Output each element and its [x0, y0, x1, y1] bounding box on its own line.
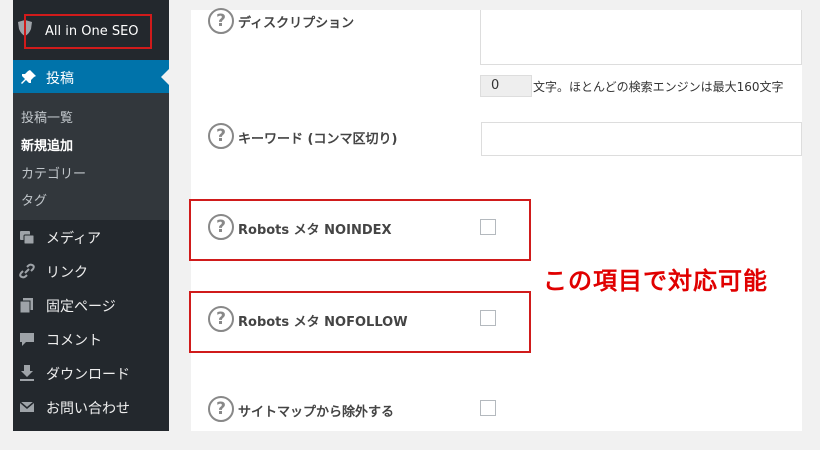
pin-icon [21, 70, 36, 84]
counter-hint: 文字。ほとんどの検索エンジンは最大160文字 [533, 80, 784, 94]
comment-icon [20, 333, 34, 346]
noindex-label: Robots メタ NOINDEX [238, 223, 392, 238]
sidebar-item-contact[interactable]: お問い合わせ [13, 390, 169, 424]
sitemap-exclude-checkbox[interactable] [480, 400, 496, 416]
current-arrow [161, 69, 169, 85]
description-label: ディスクリプション [238, 16, 355, 31]
sidebar-item-label: お問い合わせ [46, 401, 130, 417]
sidebar-item-label: ダウンロード [46, 367, 130, 383]
sidebar-item-links[interactable]: リンク [13, 254, 169, 288]
sidebar-item-media[interactable]: メディア [13, 220, 169, 254]
submenu-all-posts[interactable]: 投稿一覧 [21, 107, 73, 126]
noindex-checkbox[interactable] [480, 219, 496, 235]
highlight-box-plugin [24, 14, 152, 49]
sidebar-item-pages[interactable]: 固定ページ [13, 288, 169, 322]
keywords-label: キーワード (コンマ区切り) [238, 132, 398, 147]
sidebar-item-comments[interactable]: コメント [13, 322, 169, 356]
submenu-tags[interactable]: タグ [21, 190, 47, 209]
mail-icon [19, 401, 35, 412]
sidebar-item-label: リンク [46, 265, 88, 281]
sidebar-item-label: 固定ページ [46, 299, 116, 315]
sidebar-item-label: コメント [46, 333, 102, 349]
seo-settings-panel: ? ディスクリプション 0 文字。ほとんどの検索エンジンは最大160文字 ? キ… [189, 8, 802, 431]
help-icon[interactable]: ? [208, 396, 234, 422]
sitemap-exclude-label: サイトマップから除外する [238, 405, 395, 420]
nofollow-checkbox[interactable] [480, 310, 496, 326]
help-icon[interactable]: ? [208, 214, 234, 240]
page-icon [19, 298, 33, 313]
description-textarea[interactable] [480, 10, 802, 65]
sidebar-item-posts[interactable]: 投稿 [13, 60, 169, 93]
annotation-text: この項目で対応可能 [543, 267, 768, 295]
media-icon [20, 231, 35, 245]
nofollow-label: Robots メタ NOFOLLOW [238, 315, 408, 330]
character-counter: 0 [480, 75, 532, 97]
keywords-input[interactable] [481, 122, 802, 156]
link-icon [19, 263, 35, 279]
download-icon [20, 365, 34, 381]
plugin-menu-item[interactable]: All in One SEO [13, 0, 169, 60]
sidebar-item-label: 投稿 [46, 71, 74, 87]
help-icon[interactable]: ? [208, 8, 234, 34]
admin-sidebar: All in One SEO 投稿 投稿一覧 新規追加 カテゴリー タグ メディ… [13, 0, 169, 431]
submenu-categories[interactable]: カテゴリー [21, 163, 86, 182]
sidebar-item-label: メディア [46, 231, 102, 247]
help-icon[interactable]: ? [208, 306, 234, 332]
submenu-add-new[interactable]: 新規追加 [21, 135, 73, 154]
sidebar-item-download[interactable]: ダウンロード [13, 356, 169, 390]
help-icon[interactable]: ? [208, 123, 234, 149]
posts-submenu: 投稿一覧 新規追加 カテゴリー タグ [13, 93, 169, 220]
